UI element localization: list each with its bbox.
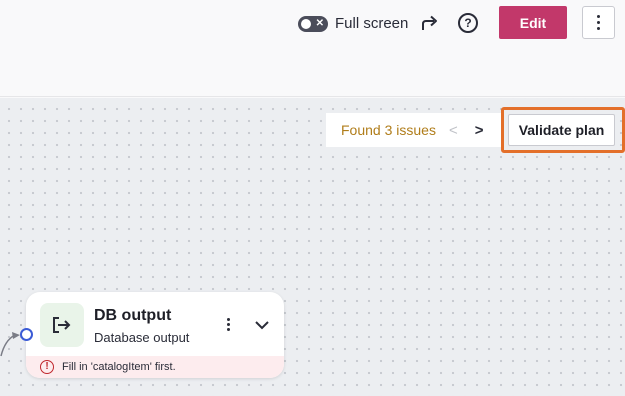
fullscreen-label: Full screen [335, 15, 409, 32]
more-options-button[interactable] [582, 6, 615, 39]
next-issue-button[interactable]: > [475, 122, 484, 139]
db-output-node[interactable]: DB output Database output ! Fill in 'cat… [26, 292, 284, 378]
chevron-down-icon[interactable] [254, 319, 270, 331]
fullscreen-toggle[interactable]: ✕ Full screen [298, 15, 408, 32]
error-icon: ! [40, 360, 54, 374]
node-error-bar: ! Fill in 'catalogItem' first. [26, 356, 284, 378]
validate-plan-button[interactable]: Validate plan [508, 114, 615, 146]
toggle-off-icon: ✕ [315, 17, 324, 29]
node-title: DB output [94, 307, 172, 324]
node-menu-button[interactable] [227, 318, 230, 331]
top-toolbar: ✕ Full screen ? Edit [0, 0, 625, 97]
previous-issue-button[interactable]: < [449, 122, 458, 139]
node-error-text: Fill in 'catalogItem' first. [62, 361, 176, 373]
node-subtitle: Database output [94, 330, 190, 345]
share-button[interactable] [418, 10, 442, 36]
share-arrow-icon [422, 15, 437, 30]
node-input-port[interactable] [20, 328, 33, 341]
edit-button[interactable]: Edit [499, 6, 567, 39]
more-vertical-icon [227, 318, 230, 331]
issues-navigator: Found 3 issues < > [326, 113, 502, 147]
issues-count-text: Found 3 issues [341, 122, 436, 138]
help-button[interactable]: ? [456, 11, 480, 35]
toggle-knob [301, 18, 311, 29]
toggle-switch[interactable]: ✕ [298, 15, 328, 32]
more-vertical-icon [597, 15, 600, 30]
node-icon-box [40, 303, 84, 347]
output-arrow-icon [53, 317, 71, 333]
help-circle-icon: ? [458, 13, 478, 33]
